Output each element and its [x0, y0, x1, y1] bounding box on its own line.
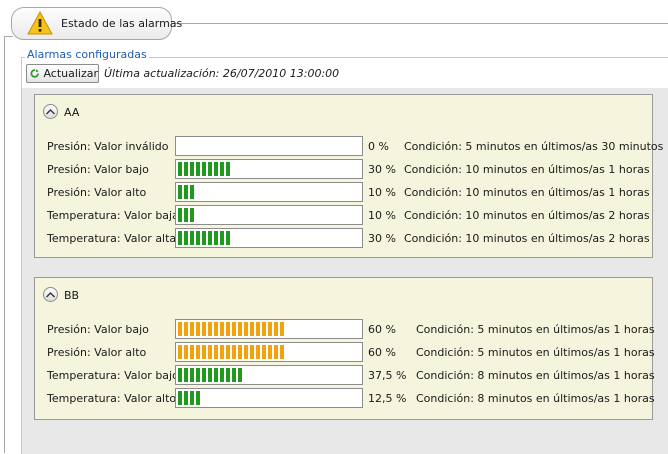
- alarm-percent: 12,5 %: [368, 392, 407, 405]
- alarm-percent: 10 %: [368, 186, 396, 199]
- alarm-panel-aa: AA Presión: Valor inválido 0 % Condición…: [34, 94, 663, 258]
- alarm-row: Presión: Valor alto 10 % Condición: 10 m…: [35, 182, 652, 203]
- alarm-percent: 30 %: [368, 232, 396, 245]
- alarm-row: Presión: Valor bajo 60 % Condición: 5 mi…: [35, 319, 655, 340]
- alarm-label: Temperatura: Valor baja: [47, 209, 179, 222]
- alarm-label: Presión: Valor inválido: [47, 140, 169, 153]
- alarm-level-bar: [175, 319, 363, 339]
- alarm-label: Temperatura: Valor alta: [47, 232, 177, 245]
- alarm-panel-bb: BB Presión: Valor bajo 60 % Condición: 5…: [34, 277, 655, 420]
- refresh-button-label: Actualizar: [43, 67, 98, 80]
- alarm-row: Temperatura: Valor alto 12,5 % Condición…: [35, 388, 655, 409]
- alarm-label: Presión: Valor bajo: [47, 323, 149, 336]
- alarm-condition: Condición: 10 minutos en últimos/as 2 ho…: [404, 232, 650, 245]
- alarm-level-fill: [178, 391, 200, 405]
- alarm-label: Presión: Valor bajo: [47, 163, 149, 176]
- alarm-condition: Condición: 5 minutos en últimos/as 1 hor…: [416, 323, 655, 336]
- alarm-condition: Condición: 5 minutos en últimos/as 30 mi…: [404, 140, 664, 153]
- panel-title-aa: AA: [64, 106, 80, 119]
- alarm-label: Presión: Valor alto: [47, 186, 147, 199]
- alarm-level-bar: [175, 136, 363, 156]
- group-legend: Alarmas configuradas: [25, 48, 149, 61]
- alarm-percent: 60 %: [368, 346, 396, 359]
- alarm-condition: Condición: 5 minutos en últimos/as 1 hor…: [416, 346, 655, 359]
- alarm-condition: Condición: 10 minutos en últimos/as 1 ho…: [404, 163, 650, 176]
- alarm-condition: Condición: 8 minutos en últimos/as 1 hor…: [416, 392, 655, 405]
- chevron-up-icon: [46, 291, 55, 297]
- alarm-row: Temperatura: Valor bajo 37,5 % Condición…: [35, 365, 655, 386]
- outer-frame-corner: [4, 36, 13, 37]
- refresh-button[interactable]: Actualizar: [26, 64, 99, 83]
- alarm-level-fill: [178, 208, 194, 222]
- alarm-row: Presión: Valor inválido 0 % Condición: 5…: [35, 136, 663, 157]
- alarm-label: Temperatura: Valor alto: [47, 392, 177, 405]
- last-update-text: Última actualización: 26/07/2010 13:00:0…: [104, 67, 340, 80]
- alarm-row: Temperatura: Valor alta 30 % Condición: …: [35, 228, 652, 249]
- alarm-level-bar: [175, 388, 363, 408]
- alarm-level-fill: [178, 162, 230, 176]
- alarm-level-bar: [175, 365, 363, 385]
- alarm-condition: Condición: 8 minutos en últimos/as 1 hor…: [416, 369, 655, 382]
- alarm-level-fill: [178, 185, 194, 199]
- alarm-level-fill: [178, 345, 284, 359]
- tab-divider: [172, 23, 668, 24]
- alarm-level-bar: [175, 159, 363, 179]
- alarm-condition: Condición: 10 minutos en últimos/as 2 ho…: [404, 209, 650, 222]
- alarm-percent: 30 %: [368, 163, 396, 176]
- collapse-button-bb[interactable]: [43, 287, 58, 302]
- alarm-level-fill: [178, 368, 242, 382]
- alarm-level-bar: [175, 205, 363, 225]
- tab-title: Estado de las alarmas: [61, 17, 183, 30]
- alarm-row: Presión: Valor alto 60 % Condición: 5 mi…: [35, 342, 655, 363]
- warning-icon: [27, 11, 53, 35]
- refresh-icon: [30, 69, 39, 78]
- alarm-level-bar: [175, 228, 363, 248]
- alarm-row: Temperatura: Valor baja 10 % Condición: …: [35, 205, 652, 226]
- alarm-level-fill: [178, 322, 284, 336]
- alarm-percent: 37,5 %: [368, 369, 407, 382]
- alarm-percent: 0 %: [368, 140, 389, 153]
- outer-frame-left: [4, 36, 5, 453]
- collapse-button-aa[interactable]: [43, 104, 58, 119]
- alarm-label: Presión: Valor alto: [47, 346, 147, 359]
- alarm-level-bar: [175, 342, 363, 362]
- alarm-label: Temperatura: Valor bajo: [47, 369, 179, 382]
- alarm-condition: Condición: 10 minutos en últimos/as 1 ho…: [404, 186, 650, 199]
- alarm-row: Presión: Valor bajo 30 % Condición: 10 m…: [35, 159, 652, 180]
- alarm-percent: 60 %: [368, 323, 396, 336]
- alarm-level-bar: [175, 182, 363, 202]
- chevron-up-icon: [46, 108, 55, 114]
- alarm-percent: 10 %: [368, 209, 396, 222]
- alarm-level-fill: [178, 231, 230, 245]
- panel-title-bb: BB: [64, 289, 80, 302]
